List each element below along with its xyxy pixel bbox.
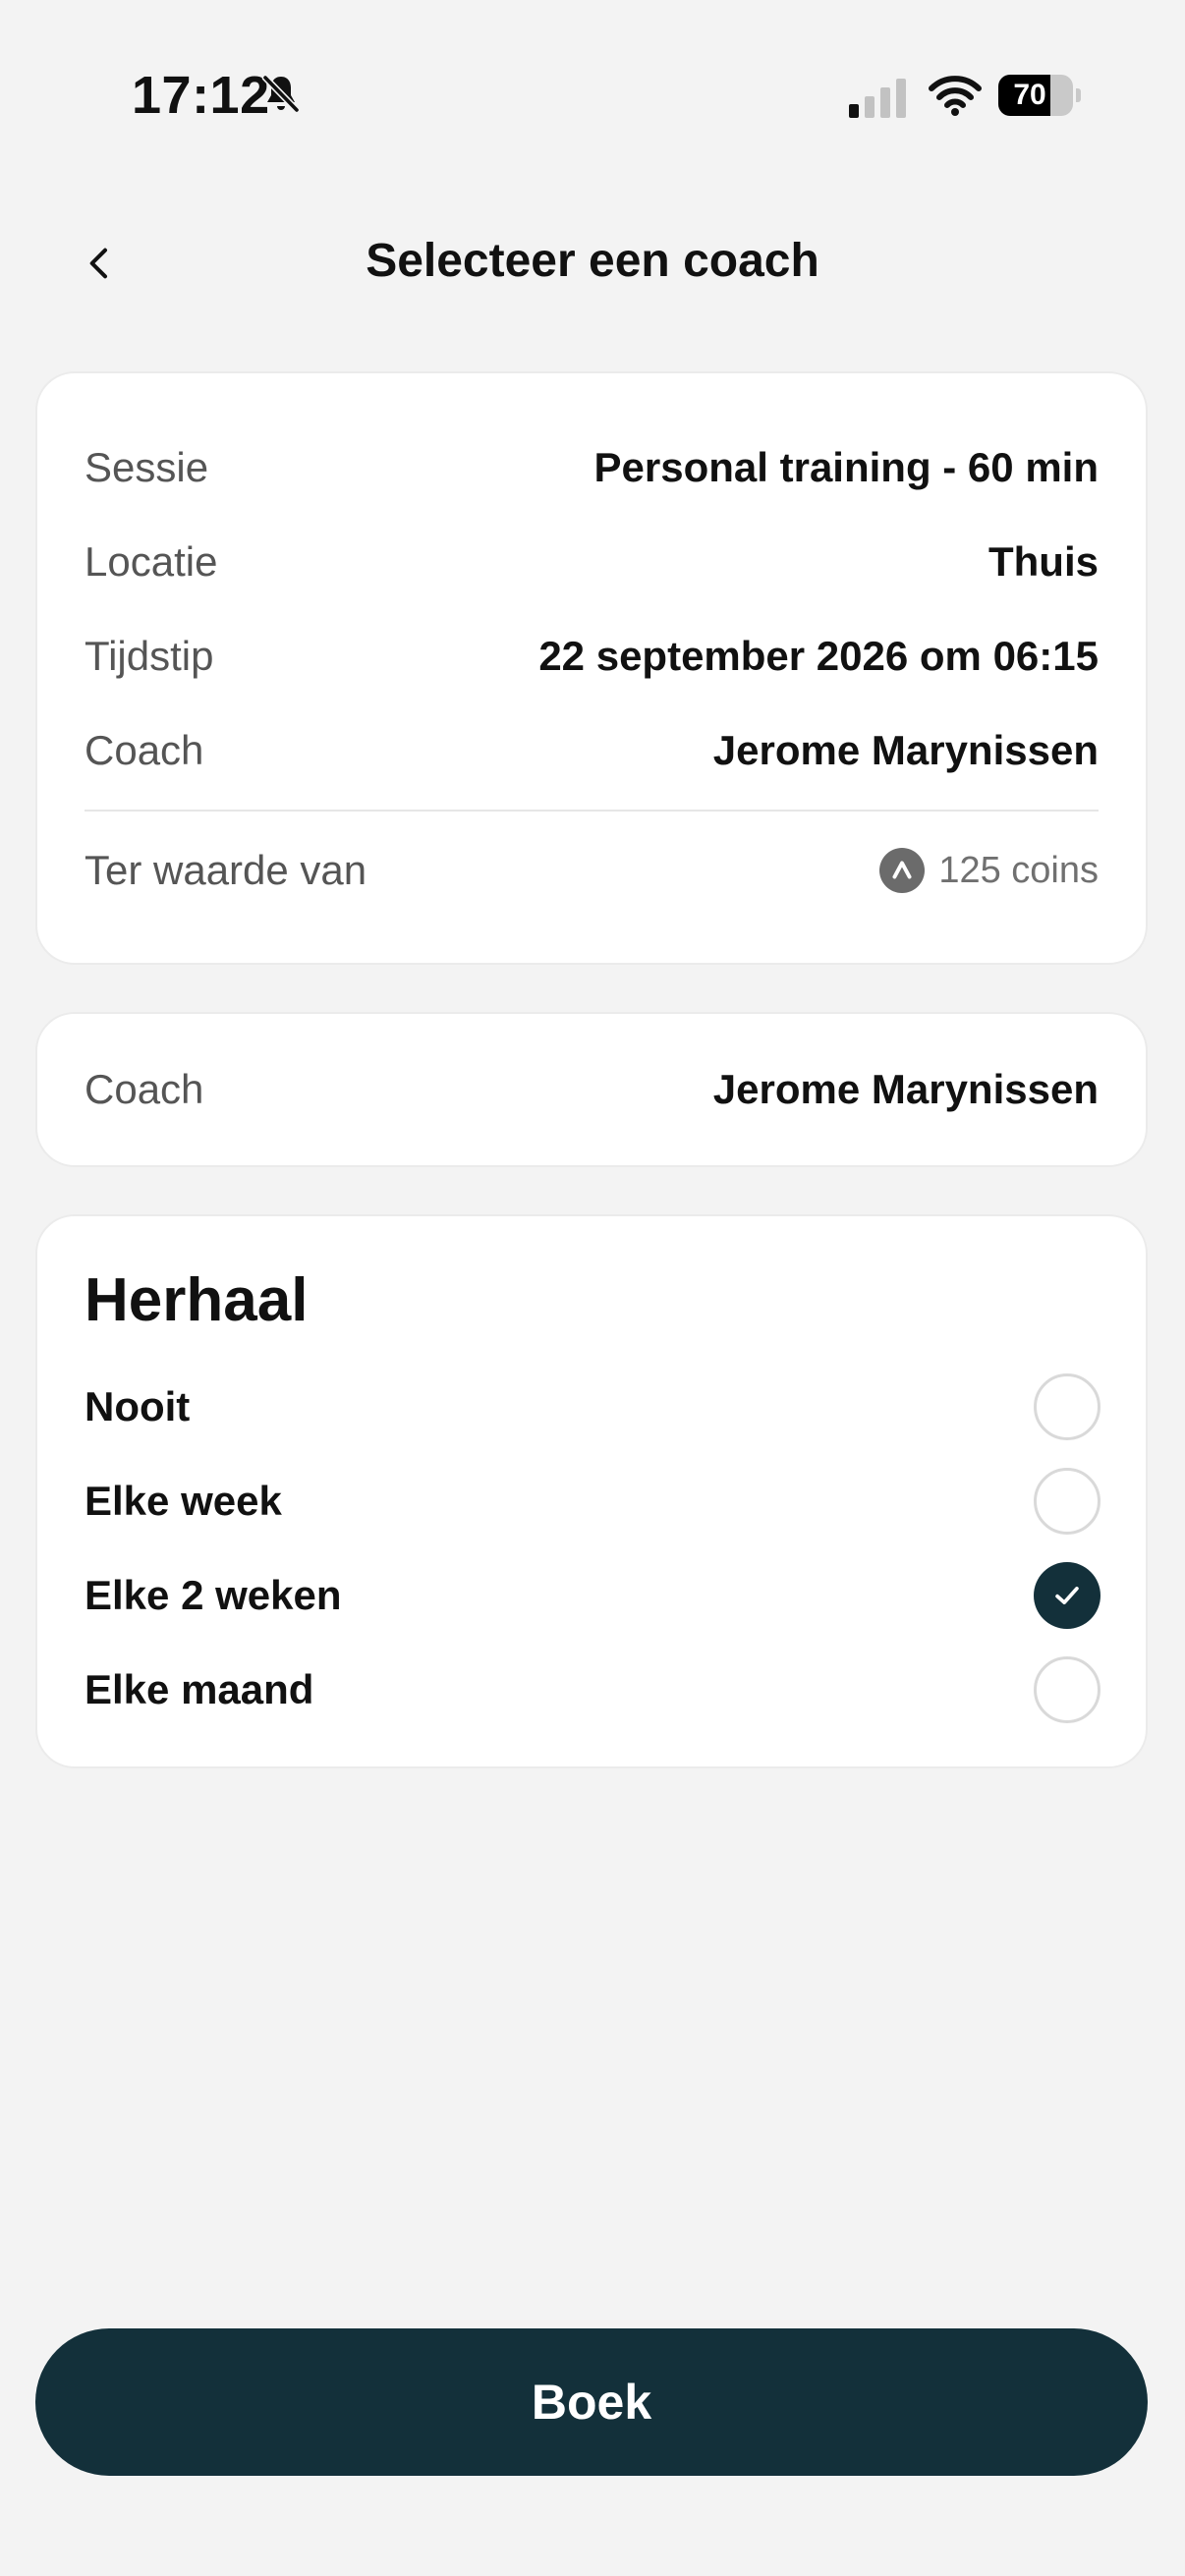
detail-value: 22 september 2026 om 06:15 <box>538 633 1099 679</box>
detail-row-coach: Coach Jerome Marynissen <box>85 721 1099 780</box>
wifi-icon <box>929 76 982 116</box>
coin-icon <box>879 848 926 893</box>
battery-cap <box>1076 88 1081 102</box>
detail-row-location: Locatie Thuis <box>85 532 1099 591</box>
radio-button[interactable] <box>1034 1656 1100 1723</box>
detail-label: Coach <box>85 727 204 773</box>
status-time: 17:12 <box>132 66 270 125</box>
repeat-option-weekly[interactable]: Elke week <box>85 1464 1100 1539</box>
coach-select-value: Jerome Marynissen <box>712 1066 1099 1112</box>
detail-label: Sessie <box>85 444 209 490</box>
detail-value: Personal training - 60 min <box>593 444 1099 490</box>
detail-label: Locatie <box>85 538 218 585</box>
coins-amount: 125 coins <box>879 848 1099 893</box>
radio-button[interactable] <box>1034 1468 1100 1535</box>
repeat-option-label: Elke maand <box>85 1666 314 1712</box>
worth-label: Ter waarde van <box>85 847 367 893</box>
detail-row-time: Tijdstip 22 september 2026 om 06:15 <box>85 627 1099 686</box>
cellular-signal-icon <box>849 79 906 118</box>
battery-icon: 70 <box>998 75 1081 116</box>
repeat-option-label: Elke 2 weken <box>85 1572 342 1618</box>
booking-details-card: Sessie Personal training - 60 min Locati… <box>35 371 1148 965</box>
detail-row-session: Sessie Personal training - 60 min <box>85 438 1099 497</box>
repeat-title: Herhaal <box>85 1266 309 1334</box>
coins-value: 125 coins <box>938 849 1099 891</box>
coach-select-row[interactable]: Coach Jerome Marynissen <box>85 1060 1099 1119</box>
repeat-option-biweekly[interactable]: Elke 2 weken <box>85 1558 1100 1633</box>
page-title: Selecteer een coach <box>366 235 819 287</box>
coach-select-label: Coach <box>85 1066 204 1112</box>
detail-value: Thuis <box>988 538 1099 585</box>
repeat-option-label: Nooit <box>85 1383 191 1429</box>
detail-label: Tijdstip <box>85 633 214 679</box>
repeat-option-label: Elke week <box>85 1478 282 1524</box>
status-bar: 17:12 70 <box>0 0 1185 196</box>
repeat-option-never[interactable]: Nooit <box>85 1370 1100 1444</box>
repeat-card: Herhaal Nooit Elke week Elke 2 weken Elk… <box>35 1214 1148 1768</box>
battery-body: 70 <box>998 75 1073 116</box>
coach-select-card[interactable]: Coach Jerome Marynissen <box>35 1012 1148 1167</box>
divider <box>85 810 1099 812</box>
detail-row-worth: Ter waarde van 125 coins <box>85 841 1099 900</box>
radio-button-checked[interactable] <box>1034 1562 1100 1629</box>
repeat-option-monthly[interactable]: Elke maand <box>85 1652 1100 1727</box>
radio-button[interactable] <box>1034 1373 1100 1440</box>
battery-level: 70 <box>1013 79 1046 111</box>
book-button[interactable]: Boek <box>35 2328 1148 2476</box>
detail-value: Jerome Marynissen <box>712 727 1099 773</box>
bell-slash-icon <box>261 74 301 114</box>
checkmark-icon <box>1055 1587 1079 1604</box>
